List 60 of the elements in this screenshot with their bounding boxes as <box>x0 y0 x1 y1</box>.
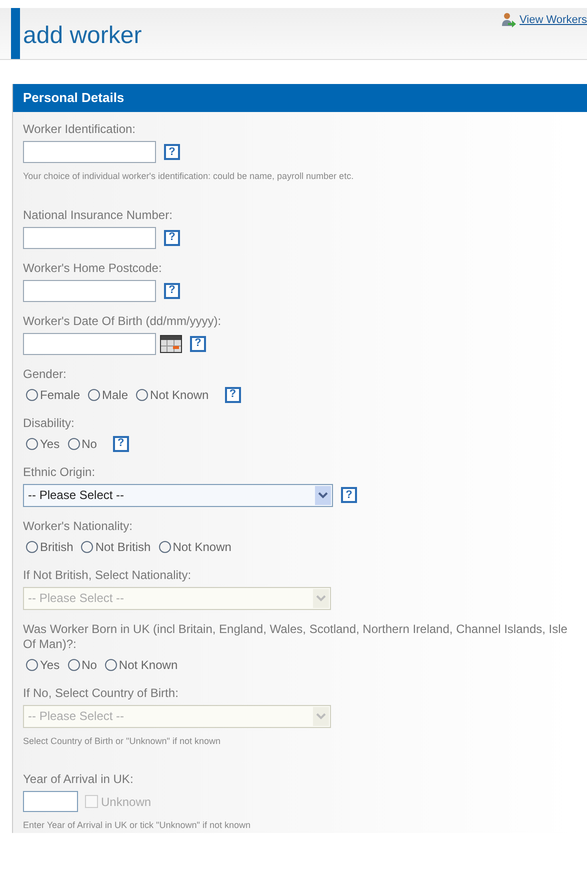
help-button[interactable]: ? <box>224 386 241 402</box>
radio-label: Yes <box>40 656 60 674</box>
text-field[interactable] <box>23 141 156 163</box>
radio-button[interactable] <box>26 388 38 400</box>
radio-label: No <box>82 436 97 452</box>
checkbox-label: Unknown <box>101 794 152 810</box>
radio-button[interactable] <box>68 658 80 670</box>
hint-text: Select Country of Birth or "Unknown" if not known <box>23 734 222 748</box>
field-label: Was Worker Born in UK (incl Britain, England, Wales, Scotland, Northern Ireland, Channel Islands, Isle Of Man)?: <box>23 622 568 652</box>
radio-button[interactable] <box>88 388 100 400</box>
radio-label: British <box>40 538 74 556</box>
field-label: Worker's Nationality: <box>23 518 134 534</box>
field-label: Disability: <box>23 416 76 430</box>
field-label: Worker's Date Of Birth (dd/mm/yyyy): <box>23 314 222 328</box>
radio-label: Female <box>40 386 80 404</box>
radio-button[interactable] <box>26 540 38 552</box>
year-field[interactable] <box>23 791 78 812</box>
radio-label: Male <box>102 386 128 404</box>
title-accent-bar <box>11 8 20 59</box>
field-label: If No, Select Country of Birth: <box>23 686 180 700</box>
radio-button[interactable] <box>26 438 38 450</box>
field-label: Worker Identification: <box>23 122 136 137</box>
help-button[interactable]: ? <box>164 282 180 298</box>
help-button[interactable]: ? <box>164 230 180 246</box>
help-button[interactable]: ? <box>112 436 129 452</box>
field-label: Gender: <box>23 366 68 382</box>
text-field[interactable] <box>23 332 156 354</box>
person-arrow-icon <box>500 12 516 28</box>
text-field[interactable] <box>23 226 156 248</box>
radio-label: Not Known <box>172 538 232 556</box>
view-workers-link[interactable]: View Workers <box>520 12 587 28</box>
radio-button[interactable] <box>26 658 38 670</box>
radio-button[interactable] <box>68 438 80 450</box>
radio-button[interactable] <box>136 388 148 400</box>
radio-label: Not British <box>95 538 151 556</box>
radio-button[interactable] <box>81 540 94 552</box>
radio-label: Not Known <box>118 656 178 674</box>
chevron-icon <box>313 706 329 726</box>
radio-button[interactable] <box>104 658 117 670</box>
page-title: add worker <box>23 22 142 51</box>
text-field[interactable] <box>23 280 156 302</box>
panel-header: Personal Details <box>13 84 587 112</box>
radio-label: Not Known <box>150 386 209 404</box>
chevron-icon <box>313 588 329 608</box>
field-label: Ethnic Origin: <box>23 464 96 480</box>
radio-label: No <box>82 656 97 674</box>
hint-text: Enter Year of Arrival in UK or tick "Unknown" if not known <box>23 819 252 832</box>
radio-button[interactable] <box>158 540 171 552</box>
field-label: Year of Arrival in UK: <box>23 772 134 787</box>
field-label: National Insurance Number: <box>23 208 174 222</box>
help-button[interactable]: ? <box>164 144 180 160</box>
hint-text: Your choice of individual worker's identification: could be name, payroll number etc. <box>23 170 355 183</box>
field-label: If Not British, Select Nationality: <box>23 568 192 582</box>
chevron-icon <box>315 486 331 504</box>
dropdown-field[interactable]: -- Please Select -- <box>23 484 333 506</box>
help-button[interactable]: ? <box>190 336 206 352</box>
field-label: Worker's Home Postcode: <box>23 260 163 276</box>
help-button[interactable]: ? <box>341 487 357 503</box>
radio-label: Yes <box>40 436 60 452</box>
calendar-icon[interactable] <box>160 334 182 352</box>
